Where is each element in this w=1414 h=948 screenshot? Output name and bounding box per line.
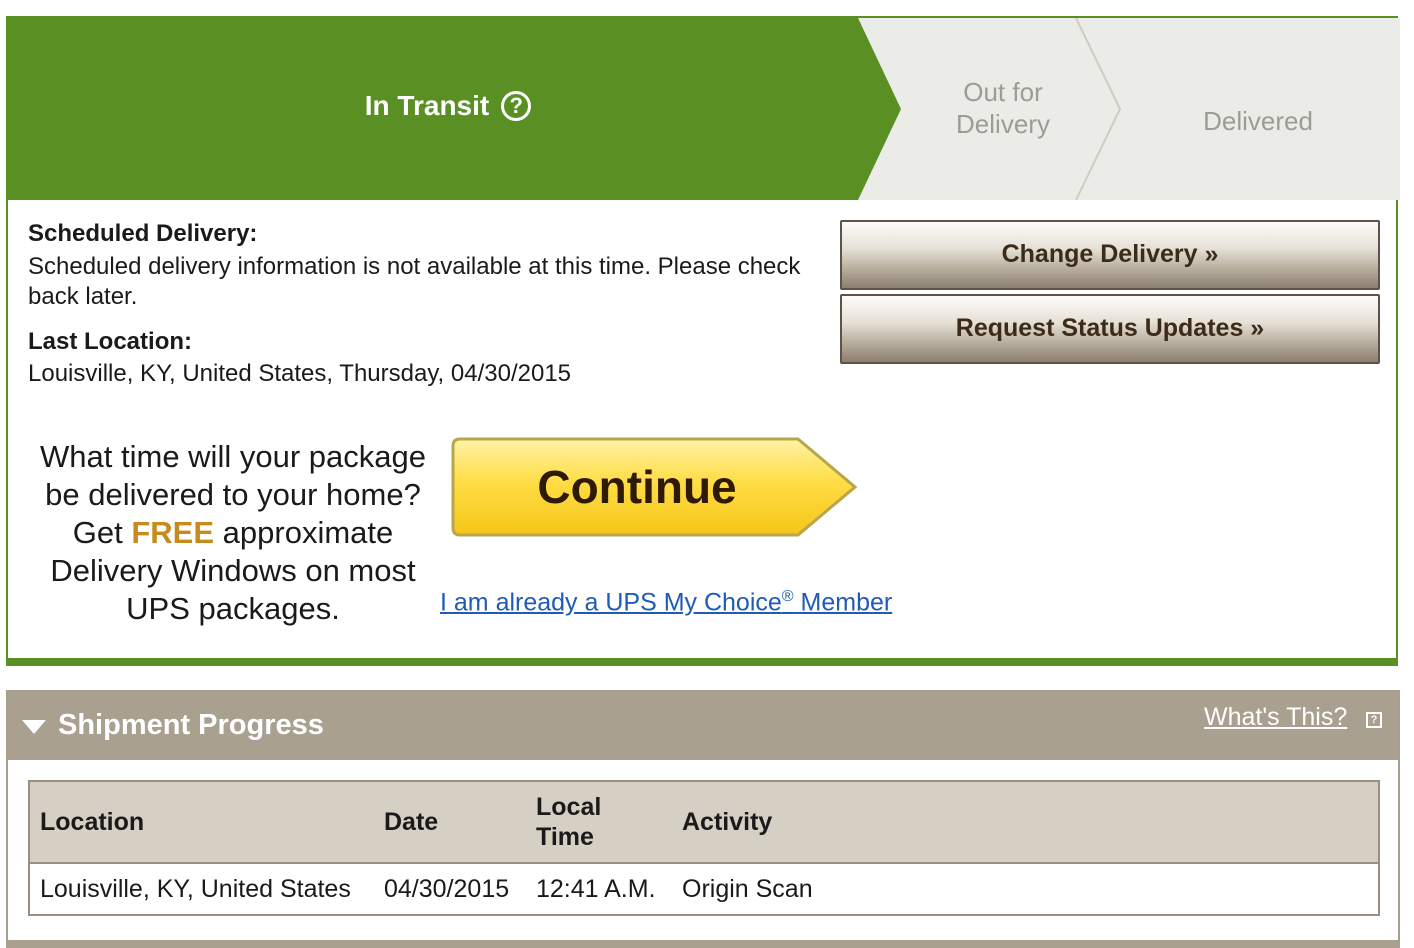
col-local-time: Local Time: [526, 782, 672, 863]
promo-line1: What time will your package be delivered…: [40, 439, 426, 512]
whats-this-link[interactable]: What's This?: [1204, 703, 1347, 732]
promo-free: FREE: [131, 515, 215, 550]
last-location-text: Louisville, KY, United States, Thursday,…: [28, 360, 572, 387]
col-location: Location: [30, 782, 374, 863]
panel-bottom-bar: [6, 940, 1400, 948]
change-delivery-button[interactable]: Change Delivery »: [840, 220, 1380, 290]
shipment-progress-panel: Shipment Progress What's This? ? Locatio…: [6, 690, 1400, 948]
cell-activity: Origin Scan: [672, 862, 1378, 914]
col-local-time-label: Local Time: [536, 793, 602, 851]
step-in-transit-label: In Transit: [364, 90, 490, 121]
my-choice-promo: What time will your package be delivered…: [28, 438, 438, 628]
step-in-transit: In Transit ?: [338, 90, 558, 122]
step-out-line1: Out for: [963, 77, 1043, 107]
table-header-row: Location Date Local Time Activity: [30, 782, 1378, 863]
shipment-progress-table-wrap: Location Date Local Time Activity Louisv…: [28, 780, 1380, 916]
last-location-title: Last Location:: [28, 328, 193, 355]
cell-location: Louisville, KY, United States: [30, 862, 374, 914]
member-link-text: I am already a UPS My Choice: [440, 588, 782, 617]
cell-local-time: 12:41 A.M.: [526, 862, 672, 914]
scheduled-delivery-text: Scheduled delivery information is not av…: [28, 253, 801, 310]
my-choice-member-link[interactable]: I am already a UPS My Choice® Member: [440, 588, 892, 617]
registered-mark: ®: [781, 588, 794, 605]
shipment-progress-header[interactable]: Shipment Progress What's This? ?: [8, 692, 1398, 760]
help-icon[interactable]: ?: [501, 91, 532, 121]
scheduled-delivery-title: Scheduled Delivery:: [28, 220, 258, 247]
step-delivered: Delivered: [1203, 106, 1313, 136]
collapse-triangle-icon[interactable]: [22, 720, 46, 734]
shipment-progress-table: Location Date Local Time Activity Louisv…: [30, 782, 1378, 914]
member-link-suffix: Member: [793, 588, 893, 617]
shipment-progress-title: Shipment Progress: [58, 709, 324, 741]
info-popup-icon[interactable]: ?: [1366, 712, 1382, 728]
col-activity: Activity: [672, 782, 1378, 863]
promo-get: Get: [72, 515, 123, 550]
cell-date: 04/30/2015: [374, 862, 526, 914]
tracking-card: In Transit ? Out for Delivery Delivered …: [6, 16, 1400, 666]
col-date: Date: [374, 782, 526, 863]
step-out-for-delivery: Out for Delivery: [928, 76, 1078, 140]
status-progress: In Transit ? Out for Delivery Delivered: [8, 18, 1400, 200]
continue-label: Continue: [537, 461, 737, 513]
table-row: Louisville, KY, United States 04/30/2015…: [30, 862, 1378, 914]
step-out-line2: Delivery: [956, 109, 1050, 139]
request-status-updates-button[interactable]: Request Status Updates »: [840, 294, 1380, 364]
continue-button[interactable]: Continue: [450, 436, 860, 538]
